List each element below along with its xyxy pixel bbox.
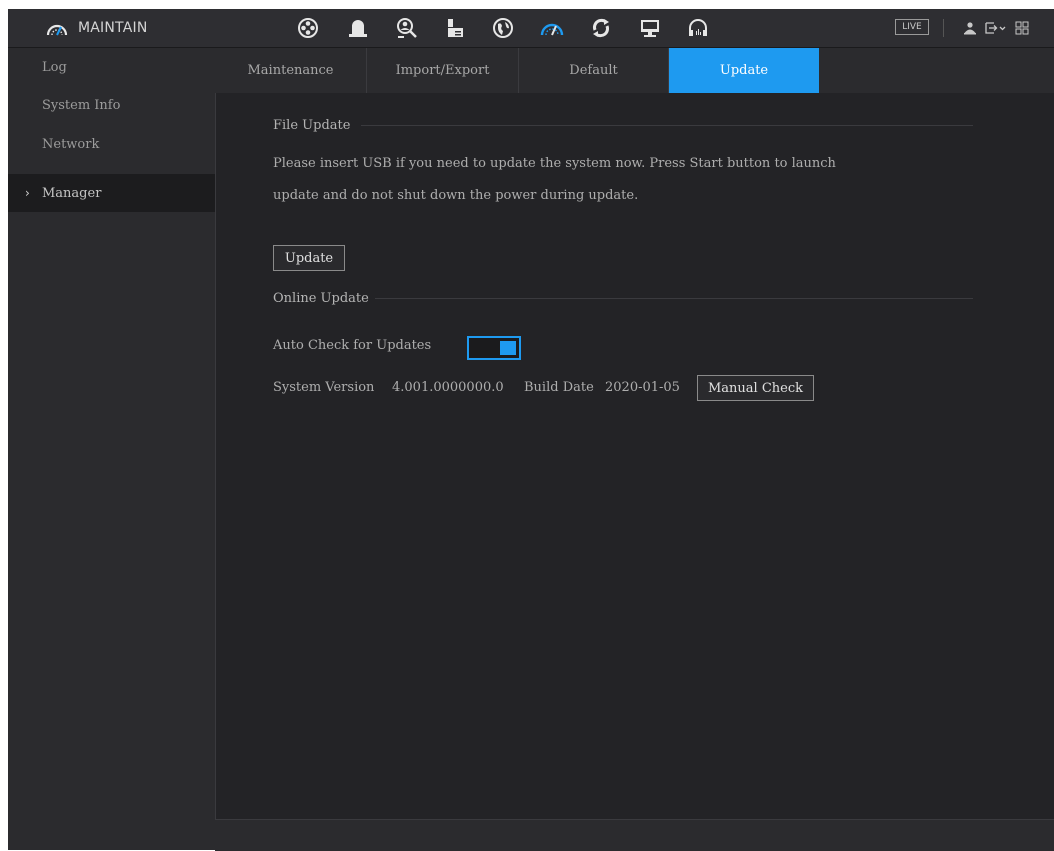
file-update-description-line1: Please insert USB if you need to update … bbox=[273, 156, 836, 171]
chevron-right-icon: › bbox=[25, 186, 30, 200]
app-screen: MAINTAIN LIVE Log System Info Network › … bbox=[8, 9, 1054, 851]
update-button[interactable]: Update bbox=[273, 245, 345, 271]
sidebar-item-log[interactable]: Log bbox=[8, 48, 215, 86]
grid-menu-icon[interactable] bbox=[1013, 16, 1031, 40]
file-update-section: File Update bbox=[273, 115, 973, 135]
section-divider bbox=[361, 125, 973, 126]
sidebar-item-network[interactable]: Network bbox=[8, 125, 215, 163]
section-divider bbox=[375, 298, 973, 299]
sidebar-item-manager[interactable]: › Manager bbox=[8, 174, 215, 212]
toggle-knob bbox=[500, 341, 516, 355]
update-panel: File Update Please insert USB if you nee… bbox=[215, 93, 1054, 819]
tab-update[interactable]: Update bbox=[669, 48, 819, 93]
search-person-icon[interactable] bbox=[394, 16, 420, 40]
tab-import-export[interactable]: Import/Export bbox=[367, 48, 519, 93]
camera-reel-icon[interactable] bbox=[295, 16, 321, 40]
online-update-section: Online Update bbox=[273, 288, 973, 308]
maintain-gauge-icon[interactable] bbox=[539, 16, 565, 40]
sidebar-item-label: Log bbox=[42, 59, 67, 75]
tab-label: Default bbox=[569, 63, 618, 78]
file-update-description-line2: update and do not shut down the power du… bbox=[273, 188, 639, 203]
sidebar: Log System Info Network › Manager bbox=[8, 48, 215, 850]
tab-label: Update bbox=[719, 63, 769, 78]
build-date-value: 2020-01-05 bbox=[605, 380, 680, 395]
sidebar-item-system-info[interactable]: System Info bbox=[8, 86, 215, 124]
auto-check-toggle[interactable] bbox=[467, 336, 521, 360]
storage-icon[interactable] bbox=[442, 16, 468, 40]
tab-label: Maintenance bbox=[247, 63, 334, 78]
top-bar: MAINTAIN LIVE bbox=[8, 9, 1054, 48]
tab-label: Import/Export bbox=[395, 63, 490, 78]
alarm-bell-icon[interactable] bbox=[345, 16, 371, 40]
build-date-label: Build Date bbox=[524, 380, 594, 395]
sidebar-item-label: Network bbox=[42, 136, 100, 152]
menu-title[interactable]: MAINTAIN bbox=[46, 9, 148, 47]
footer-bar bbox=[215, 819, 1054, 851]
section-heading: Online Update bbox=[273, 290, 369, 306]
sidebar-item-label: System Info bbox=[42, 97, 121, 113]
menu-title-label: MAINTAIN bbox=[78, 20, 148, 36]
sidebar-item-label: Manager bbox=[42, 185, 102, 201]
tab-bar: Maintenance Import/Export Default Update bbox=[215, 48, 1054, 93]
live-button[interactable]: LIVE bbox=[895, 19, 929, 35]
user-icon[interactable] bbox=[961, 16, 979, 40]
audio-headset-icon[interactable] bbox=[685, 16, 711, 40]
divider bbox=[943, 19, 944, 37]
tab-maintenance[interactable]: Maintenance bbox=[215, 48, 367, 93]
tab-default[interactable]: Default bbox=[519, 48, 669, 93]
manual-check-button[interactable]: Manual Check bbox=[697, 375, 814, 401]
section-heading: File Update bbox=[273, 117, 351, 133]
network-globe-icon[interactable] bbox=[490, 16, 516, 40]
auto-check-label: Auto Check for Updates bbox=[273, 338, 432, 353]
logout-icon[interactable] bbox=[983, 16, 1009, 40]
backup-refresh-icon[interactable] bbox=[588, 16, 614, 40]
system-version-label: System Version bbox=[273, 380, 375, 395]
display-icon[interactable] bbox=[637, 16, 663, 40]
gauge-icon bbox=[46, 24, 68, 36]
system-version-value: 4.001.0000000.0 bbox=[392, 380, 504, 395]
